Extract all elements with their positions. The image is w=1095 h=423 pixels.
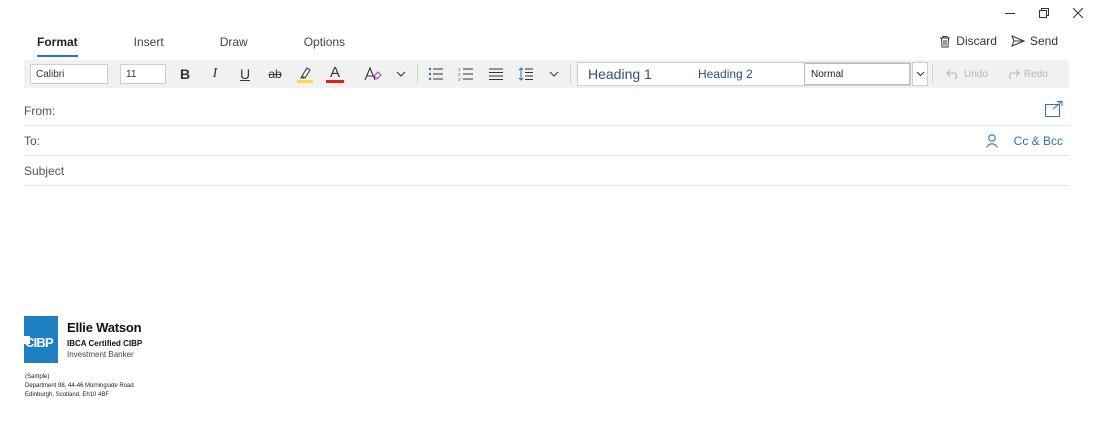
- signature-certification: IBCA Certified CIBP: [67, 339, 143, 348]
- align-button[interactable]: [481, 60, 511, 88]
- italic-button[interactable]: I: [200, 60, 230, 88]
- send-button[interactable]: Send: [1011, 34, 1058, 48]
- font-color-button[interactable]: A: [320, 60, 350, 88]
- discard-label: Discard: [956, 34, 997, 48]
- line-spacing-icon: [518, 67, 533, 81]
- to-label: To:: [24, 134, 41, 148]
- cibp-logo: CIBP: [24, 316, 58, 363]
- font-color-swatch: [326, 79, 344, 83]
- restore-icon: [1039, 8, 1049, 18]
- toolbar-divider: [570, 64, 571, 84]
- close-icon: [1073, 8, 1083, 18]
- signature-name: Ellie Watson: [67, 320, 142, 335]
- minimize-button[interactable]: [993, 0, 1027, 26]
- signature-address-line: Edinburgh, Scotland, Eh10 4BF: [25, 392, 110, 398]
- undo-label: Undo: [964, 68, 988, 80]
- redo-label: Redo: [1023, 68, 1048, 80]
- tab-options[interactable]: Options: [291, 34, 358, 58]
- ribbon-tabs: Format Insert Draw Options: [24, 34, 388, 58]
- clear-format-icon: [364, 66, 382, 81]
- chevron-down-icon: [396, 71, 406, 77]
- signature-address: (Sample) Department 98, 44-46 Morningsid…: [25, 373, 134, 400]
- signature-address-line: (Sample): [25, 374, 50, 380]
- minimize-icon: [1005, 13, 1015, 14]
- styles-dropdown[interactable]: [912, 62, 928, 86]
- align-icon: [489, 68, 503, 80]
- svg-text:CIBP: CIBP: [25, 335, 54, 350]
- highlight-button[interactable]: [290, 60, 320, 88]
- style-normal[interactable]: Normal: [804, 63, 910, 85]
- styles-gallery: Heading 1 Heading 2 Normal: [577, 62, 911, 86]
- font-color-letter: A: [329, 63, 340, 81]
- signature-title: Investment Banker: [67, 350, 134, 359]
- clear-formatting-button[interactable]: [358, 60, 388, 88]
- cc-bcc-button[interactable]: Cc & Bcc: [1014, 134, 1063, 148]
- undo-button[interactable]: Undo: [946, 68, 988, 80]
- close-button[interactable]: [1061, 0, 1095, 26]
- bullet-list-icon: [428, 67, 443, 81]
- bullets-button[interactable]: [421, 60, 451, 88]
- trash-icon: [940, 35, 951, 47]
- restore-button[interactable]: [1027, 0, 1061, 26]
- window-controls: [993, 0, 1095, 26]
- line-spacing-button[interactable]: [511, 60, 541, 88]
- subject-placeholder: Subject: [24, 164, 65, 178]
- to-row[interactable]: To: Cc & Bcc: [24, 126, 1069, 156]
- from-row[interactable]: From:: [24, 96, 1069, 126]
- send-icon: [1011, 35, 1025, 47]
- font-more-dropdown[interactable]: [388, 60, 414, 88]
- svg-text:3: 3: [458, 77, 461, 81]
- bold-button[interactable]: B: [170, 60, 200, 88]
- tab-format[interactable]: Format: [24, 34, 91, 58]
- style-heading-1[interactable]: Heading 1: [578, 66, 688, 82]
- paragraph-more-dropdown[interactable]: [541, 60, 567, 88]
- font-name-box[interactable]: Calibri: [30, 64, 108, 84]
- strikethrough-button[interactable]: ab: [260, 60, 290, 88]
- numbered-list-icon: 123: [458, 67, 473, 81]
- tab-draw[interactable]: Draw: [207, 34, 261, 58]
- redo-icon: [1009, 69, 1020, 80]
- chevron-down-icon: [916, 71, 924, 77]
- send-label: Send: [1029, 34, 1058, 48]
- font-size-box[interactable]: 11: [120, 64, 166, 84]
- underline-button[interactable]: U: [230, 60, 260, 88]
- from-label: From:: [24, 104, 56, 118]
- chevron-down-icon: [549, 71, 559, 77]
- message-actions: Discard Send: [925, 34, 1058, 48]
- tab-insert[interactable]: Insert: [121, 34, 177, 58]
- person-icon[interactable]: [985, 134, 998, 148]
- undo-icon: [946, 69, 957, 80]
- toolbar-divider: [932, 64, 933, 84]
- toolbar-divider: [417, 64, 418, 84]
- subject-field[interactable]: Subject: [24, 156, 1069, 186]
- redo-button[interactable]: Redo: [1006, 68, 1048, 80]
- pop-out-icon[interactable]: [1045, 101, 1063, 117]
- style-heading-2[interactable]: Heading 2: [688, 67, 804, 81]
- highlighter-icon: [297, 67, 313, 83]
- format-toolbar: Calibri 11 B I U ab A 123 Heading 1 Head…: [24, 60, 1069, 88]
- signature-address-line: Department 98, 44-46 Morningside Road: [25, 383, 134, 389]
- discard-button[interactable]: Discard: [939, 34, 997, 48]
- numbering-button[interactable]: 123: [451, 60, 481, 88]
